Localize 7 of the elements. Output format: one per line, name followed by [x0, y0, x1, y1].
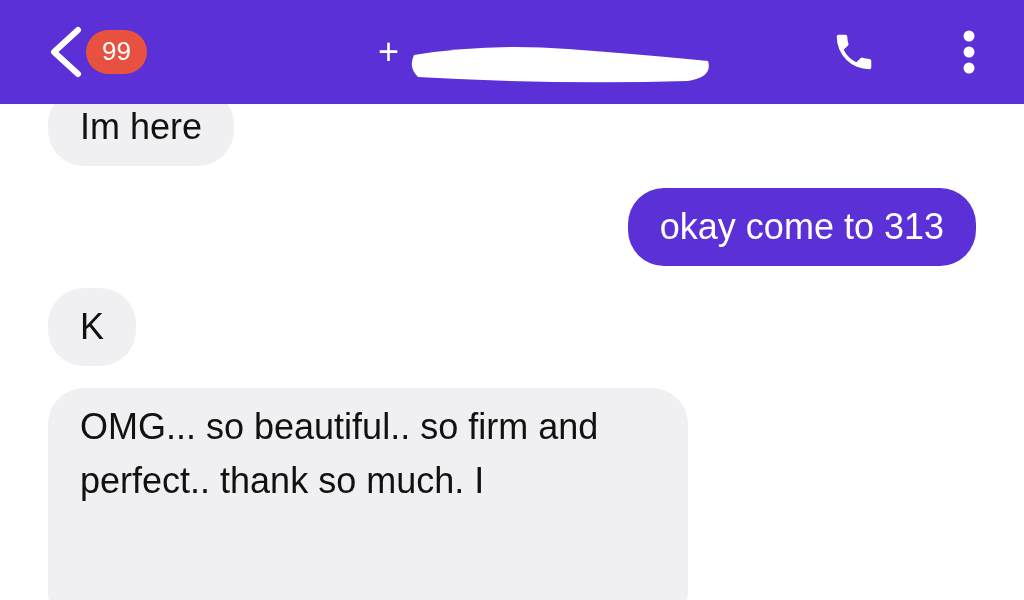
received-message: OMG... so beautiful.. so firm and perfect.. thank so much. I: [48, 388, 688, 600]
received-message: K: [48, 288, 136, 366]
more-options-icon[interactable]: [962, 29, 976, 75]
sent-message: okay come to 313: [627, 188, 976, 266]
back-icon[interactable]: [48, 26, 82, 78]
unread-count: 99: [86, 30, 147, 74]
contact-number: +: [378, 31, 400, 72]
